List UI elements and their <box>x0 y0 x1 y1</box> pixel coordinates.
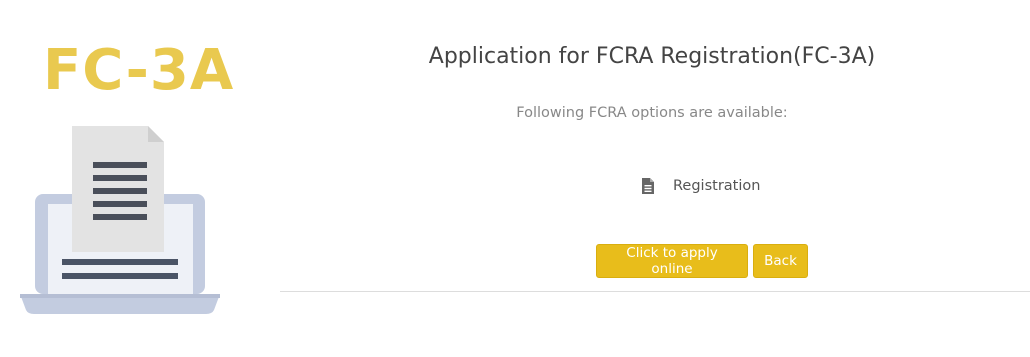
option-registration[interactable]: Registration <box>641 175 760 197</box>
fc3a-illustration: FC-3A <box>0 0 260 357</box>
file-text-icon <box>642 178 654 194</box>
laptop-document-icon <box>20 126 220 314</box>
divider <box>280 291 1030 292</box>
main-content: Application for FCRA Registration(FC-3A)… <box>280 0 1030 357</box>
option-label-registration: Registration <box>673 178 761 194</box>
page: FC-3A Application for FCRA Registration(… <box>0 0 1030 357</box>
options-subtitle: Following FCRA options are available: <box>516 105 788 121</box>
apply-online-button[interactable]: Click to apply online <box>596 244 748 278</box>
page-title: Application for FCRA Registration(FC-3A) <box>428 44 876 69</box>
form-code-heading: FC-3A <box>43 38 235 103</box>
back-button[interactable]: Back <box>753 244 808 278</box>
action-buttons: Click to apply online Back <box>596 244 808 278</box>
